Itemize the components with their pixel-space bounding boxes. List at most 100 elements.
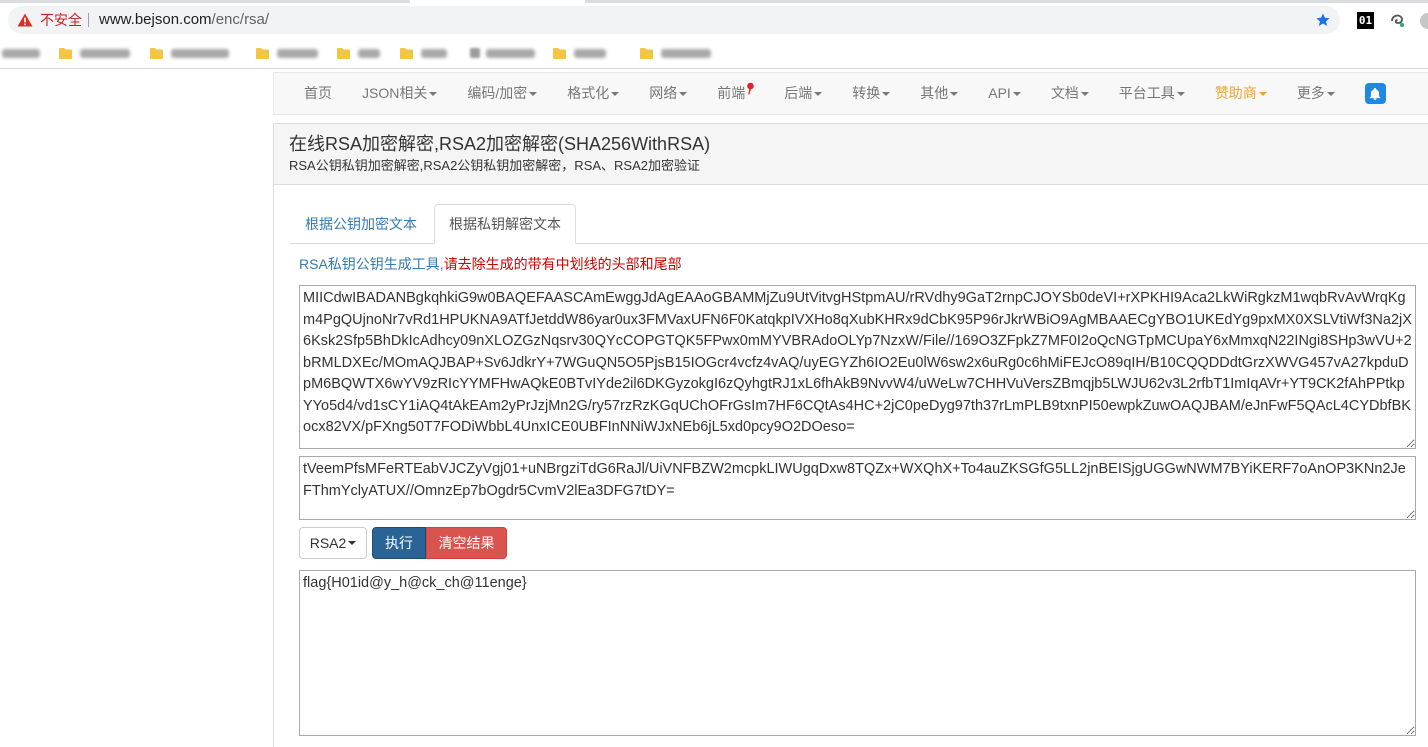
panel-heading: 在线RSA加密解密,RSA2加密解密(SHA256WithRSA) RSA公钥私… (274, 124, 1428, 185)
tab-private-key-decrypt[interactable]: 根据私钥解密文本 (434, 204, 576, 244)
private-key-input[interactable]: MIICdwIBADANBgkqhkiG9w0BAQEFAASCAmEwggJd… (299, 285, 1416, 449)
bookmark-favicon-blurred (470, 48, 480, 58)
action-row: RSA2 执行 清空结果 (299, 527, 1428, 559)
panel-body: 根据公钥加密文本 根据私钥解密文本 RSA私钥公钥生成工具,请去除生成的带有中划… (274, 185, 1428, 736)
caret-down-icon (1080, 91, 1089, 96)
bookmark-label-blurred (277, 48, 318, 58)
nav-label: JSON相关 (362, 85, 428, 101)
extension-01-icon[interactable]: 01 (1357, 12, 1374, 29)
result-output[interactable]: flag{H01id@y_h@ck_ch@11enge} (299, 570, 1416, 736)
algorithm-select[interactable]: RSA2 (299, 527, 367, 559)
algorithm-value: RSA2 (309, 535, 347, 551)
page-content: 首页 JSON相关 编码/加密 格式化 网络 前端 后端 转换 其他 API 文… (273, 69, 1428, 747)
extension-swirl-icon[interactable] (1389, 12, 1406, 29)
nav-label: 转换 (852, 85, 881, 101)
caret-down-icon (611, 91, 620, 96)
bookmark-folder[interactable] (400, 38, 447, 68)
bookmark-label-blurred (358, 48, 380, 58)
clear-result-button[interactable]: 清空结果 (426, 527, 507, 559)
address-divider (88, 13, 89, 27)
folder-icon (59, 47, 72, 59)
rsa-keygen-link[interactable]: RSA私钥公钥生成工具, (299, 256, 444, 272)
bookmark-label-blurred (574, 48, 606, 58)
url-text[interactable]: www.bejson.com/enc/rsa/ (99, 6, 269, 34)
nav-label: 赞助商 (1214, 85, 1257, 101)
nav-item-backend[interactable]: 后端 (769, 73, 837, 114)
ciphertext-input[interactable]: tVeemPfsMFeRTEabVJCZyVgj01+uNBrgziTdG6Ra… (299, 456, 1416, 520)
decrypt-pane: RSA私钥公钥生成工具,请去除生成的带有中划线的头部和尾部 MIICdwIBAD… (299, 254, 1428, 736)
caret-down-icon (529, 91, 538, 96)
folder-icon (640, 47, 653, 59)
folder-icon (337, 47, 350, 59)
bookmark-folder[interactable] (553, 38, 606, 68)
nav-item-convert[interactable]: 转换 (837, 73, 905, 114)
bookmark-label-blurred (2, 48, 40, 58)
security-label[interactable]: 不安全 (40, 6, 82, 34)
rsa-tool-panel: 在线RSA加密解密,RSA2加密解密(SHA256WithRSA) RSA公钥私… (273, 123, 1428, 747)
nav-item-encoding[interactable]: 编码/加密 (452, 73, 552, 114)
mode-tabs: 根据公钥加密文本 根据私钥解密文本 (290, 204, 1428, 244)
bookmark-folder[interactable] (640, 38, 711, 68)
tool-note: RSA私钥公钥生成工具,请去除生成的带有中划线的头部和尾部 (299, 254, 1428, 274)
bookmark-folder[interactable] (150, 38, 229, 68)
caret-down-icon (882, 91, 891, 96)
nav-label: 更多 (1296, 85, 1325, 101)
star-icon[interactable] (1315, 12, 1331, 28)
nav-item-docs[interactable]: 文档 (1036, 73, 1104, 114)
nav-label: 其他 (920, 85, 949, 101)
nav-label: 后端 (784, 85, 813, 101)
caret-down-icon (1258, 91, 1267, 96)
bookmark-folder[interactable] (59, 38, 130, 68)
bookmark-item[interactable] (2, 38, 40, 68)
caret-down-icon (1176, 91, 1185, 96)
folder-icon (553, 47, 566, 59)
nav-label: 编码/加密 (467, 85, 528, 101)
nav-label: 文档 (1050, 85, 1079, 101)
nav-label: 首页 (304, 85, 332, 101)
bookmark-item[interactable] (470, 38, 535, 68)
nav-label: 格式化 (567, 85, 610, 101)
caret-down-icon (1326, 91, 1335, 96)
nav-label: 网络 (649, 85, 678, 101)
browser-toolbar: 不安全 www.bejson.com/enc/rsa/ 01 (0, 3, 1428, 38)
caret-down-icon (814, 91, 823, 96)
nav-item-more[interactable]: 更多 (1282, 73, 1350, 114)
folder-icon (256, 47, 269, 59)
bookmark-folder[interactable] (337, 38, 380, 68)
bookmark-label-blurred (171, 48, 229, 58)
tab-public-key-encrypt[interactable]: 根据公钥加密文本 (290, 204, 432, 244)
folder-icon (150, 47, 163, 59)
caret-down-icon (950, 91, 959, 96)
bookmark-label-blurred (421, 48, 447, 58)
nav-label: 平台工具 (1118, 85, 1175, 101)
bookmark-label-blurred (661, 48, 711, 58)
nav-item-home[interactable]: 首页 (289, 73, 347, 114)
profile-avatar-icon[interactable] (1420, 13, 1428, 29)
url-host: www.bejson.com (99, 11, 212, 28)
caret-down-icon (348, 541, 357, 545)
bell-icon[interactable] (1364, 83, 1386, 104)
address-bar[interactable]: 不安全 www.bejson.com/enc/rsa/ (8, 6, 1340, 34)
nav-item-sponsor[interactable]: 赞助商 (1200, 73, 1282, 114)
nav-label: API (988, 85, 1011, 101)
header-footer-warning: 请去除生成的带有中划线的头部和尾部 (443, 256, 682, 272)
nav-item-format[interactable]: 格式化 (552, 73, 634, 114)
execute-button[interactable]: 执行 (372, 527, 426, 559)
nav-item-network[interactable]: 网络 (634, 73, 702, 114)
top-navbar: 首页 JSON相关 编码/加密 格式化 网络 前端 后端 转换 其他 API 文… (273, 72, 1428, 115)
page-subtitle: RSA公钥私钥加密解密,RSA2公钥私钥加密解密，RSA、RSA2加密验证 (289, 158, 700, 173)
warning-icon[interactable] (17, 13, 33, 27)
nav-item-platform-tools[interactable]: 平台工具 (1104, 73, 1200, 114)
bookmark-label-blurred (80, 48, 130, 58)
nav-item-json[interactable]: JSON相关 (347, 73, 452, 114)
folder-icon (400, 47, 413, 59)
nav-item-notifications[interactable] (1350, 83, 1401, 104)
bookmarks-bar (0, 38, 1428, 69)
bookmark-folder[interactable] (256, 38, 318, 68)
nav-item-api[interactable]: API (973, 73, 1036, 114)
nav-item-other[interactable]: 其他 (905, 73, 973, 114)
pin-icon (747, 82, 755, 95)
nav-item-frontend[interactable]: 前端 (702, 73, 769, 114)
caret-down-icon (1012, 91, 1021, 96)
caret-down-icon (679, 91, 688, 96)
